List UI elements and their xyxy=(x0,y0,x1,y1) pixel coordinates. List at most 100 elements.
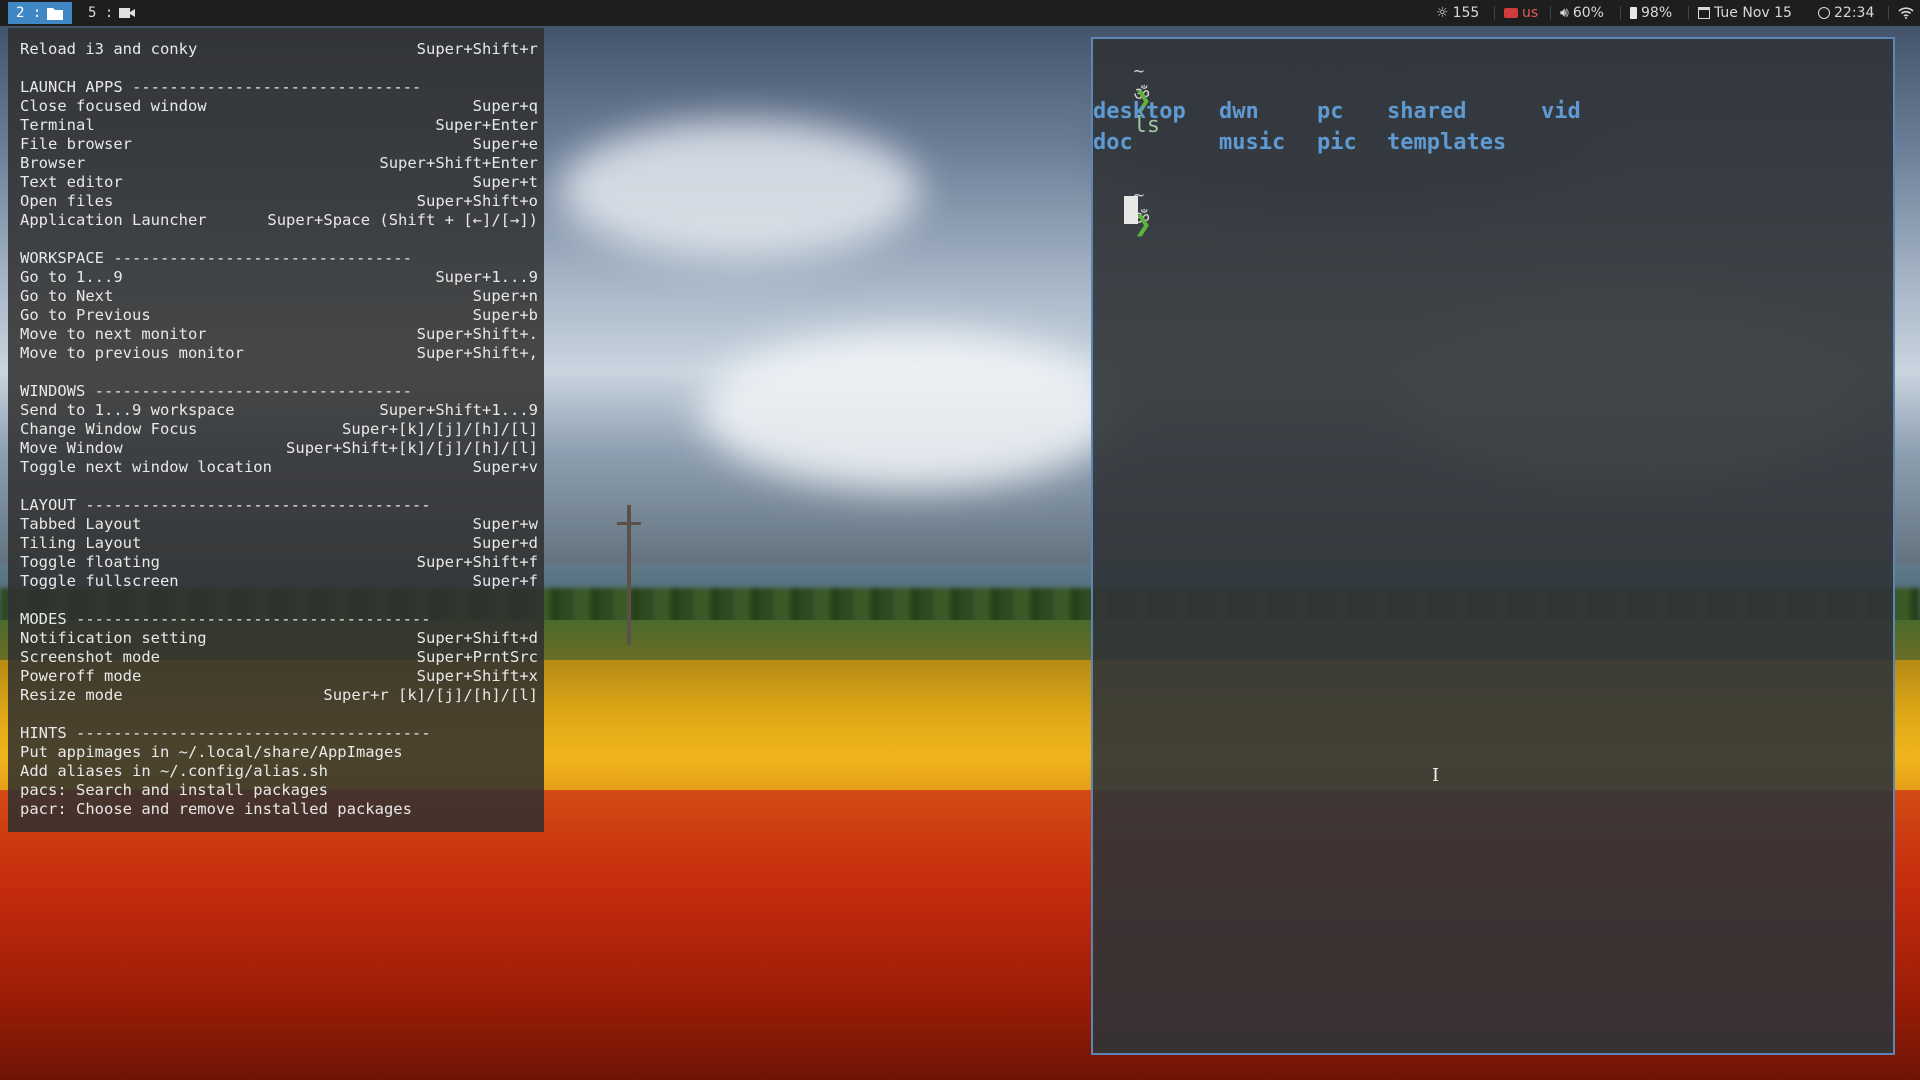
terminal-window[interactable]: ~ ॐ ❯ ls desktop dwn pc shared vid doc m… xyxy=(1091,37,1895,1055)
keybinding-row: Screenshot mode Super+PrntSrc xyxy=(20,648,538,667)
keybinding-action: Toggle next window location xyxy=(20,458,272,476)
battery-value: 98% xyxy=(1641,5,1673,21)
keybinding-row: pacr: Choose and remove installed packag… xyxy=(20,800,538,819)
time-value: 22:34 xyxy=(1834,5,1875,21)
keybinding-action: HINTS ----------------------------------… xyxy=(20,724,431,742)
keybinding-keys: Super+1...9 xyxy=(435,268,538,286)
keybinding-action: Go to 1...9 xyxy=(20,268,123,286)
keybinding-keys: Super+Shift+Enter xyxy=(379,154,538,172)
directory-entry: templates xyxy=(1387,130,1507,155)
status-bar: 2 : 5 : ☼ 155 us 🔊︎ 60% 98% Tue Nov 15 2… xyxy=(0,0,1920,26)
keybinding-keys: Super+v xyxy=(472,458,538,476)
keybinding-row: Add aliases in ~/.config/alias.sh xyxy=(20,762,538,781)
keybinding-action: MODES ----------------------------------… xyxy=(20,610,431,628)
keybinding-keys: Super+w xyxy=(472,515,538,533)
wifi-indicator[interactable] xyxy=(1898,0,1914,26)
workspace-5-button[interactable]: 5 : xyxy=(80,2,144,24)
keybinding-action: Move to next monitor xyxy=(20,325,207,343)
keybinding-action: LAYOUT ---------------------------------… xyxy=(20,496,431,514)
workspace-2-button[interactable]: 2 : xyxy=(8,2,72,24)
keybinding-row: Toggle next window location Super+v xyxy=(20,458,538,477)
volume-indicator[interactable]: 🔊︎ 60% xyxy=(1560,0,1604,26)
keybinding-action: Move Window xyxy=(20,439,123,457)
battery-indicator[interactable]: 98% xyxy=(1630,0,1672,26)
text-cursor xyxy=(1124,196,1138,224)
workspace-number: 5 : xyxy=(88,5,114,21)
keybinding-row: File browser Super+e xyxy=(20,135,538,154)
keybinding-action: Terminal xyxy=(20,116,95,134)
keybinding-row xyxy=(20,477,538,496)
keybinding-row: Tabbed Layout Super+w xyxy=(20,515,538,534)
directory-entry: desktop xyxy=(1093,99,1186,124)
keybinding-row: Go to Previous Super+b xyxy=(20,306,538,325)
keybinding-row: Move to previous monitor Super+Shift+, xyxy=(20,344,538,363)
keybinding-row: Resize mode Super+r [k]/[j]/[h]/[l] xyxy=(20,686,538,705)
directory-entry: vid xyxy=(1541,99,1581,124)
section-header: MODES ----------------------------------… xyxy=(20,610,538,629)
keybinding-keys: Super+PrntSrc xyxy=(416,648,538,666)
keybinding-action: Go to Previous xyxy=(20,306,151,324)
keyboard-icon xyxy=(1504,8,1518,18)
keybinding-action: Open files xyxy=(20,192,114,210)
keybinding-action: Tabbed Layout xyxy=(20,515,142,533)
directory-entry: pc xyxy=(1317,99,1344,124)
keybinding-action: Poweroff mode xyxy=(20,667,142,685)
keybinding-row: Poweroff mode Super+Shift+x xyxy=(20,667,538,686)
keybinding-keys: Super+Shift+d xyxy=(416,629,538,647)
keybinding-keys: Super+n xyxy=(472,287,538,305)
keybinding-row: Notification setting Super+Shift+d xyxy=(20,629,538,648)
keybinding-action: WINDOWS --------------------------------… xyxy=(20,382,412,400)
keybinding-action: Send to 1...9 workspace xyxy=(20,401,235,419)
keybinding-action: Put appimages in ~/.local/share/AppImage… xyxy=(20,743,403,761)
keybinding-action: Tiling Layout xyxy=(20,534,142,552)
keybinding-action: Browser xyxy=(20,154,86,172)
i-beam-mouse-cursor-icon: I xyxy=(1432,765,1440,786)
keybinding-action: Change Window Focus xyxy=(20,420,198,438)
keybinding-row: Open files Super+Shift+o xyxy=(20,192,538,211)
keybinding-row: Browser Super+Shift+Enter xyxy=(20,154,538,173)
workspace-number: 2 : xyxy=(16,5,42,21)
keybinding-row: pacs: Search and install packages xyxy=(20,781,538,800)
keybinding-action: Move to previous monitor xyxy=(20,344,244,362)
section-header: LAUNCH APPS ----------------------------… xyxy=(20,78,538,97)
keybinding-row: Terminal Super+Enter xyxy=(20,116,538,135)
status-separator xyxy=(1888,6,1889,20)
keybinding-row: Put appimages in ~/.local/share/AppImage… xyxy=(20,743,538,762)
keybinding-action: Notification setting xyxy=(20,629,207,647)
keybinding-action: LAUNCH APPS ----------------------------… xyxy=(20,78,422,96)
time-indicator[interactable]: 22:34 xyxy=(1818,0,1874,26)
keybinding-row xyxy=(20,230,538,249)
keybinding-keys: Super+Shift+[k]/[j]/[h]/[l] xyxy=(286,439,538,457)
section-header: HINTS ----------------------------------… xyxy=(20,724,538,743)
directory-entry: dwn xyxy=(1219,99,1259,124)
keybinding-row: Change Window Focus Super+[k]/[j]/[h]/[l] xyxy=(20,420,538,439)
directory-entry: shared xyxy=(1387,99,1467,124)
keybinding-action: Text editor xyxy=(20,173,123,191)
keybinding-action: Go to Next xyxy=(20,287,114,305)
keybinding-keys: Super+e xyxy=(472,135,538,153)
section-header: LAYOUT ---------------------------------… xyxy=(20,496,538,515)
brightness-indicator[interactable]: ☼ 155 xyxy=(1436,0,1479,26)
wallpaper-utility-pole-arm xyxy=(617,522,641,525)
keybinding-keys: Super+[k]/[j]/[h]/[l] xyxy=(342,420,538,438)
keybinding-row: Toggle fullscreen Super+f xyxy=(20,572,538,591)
keybinding-keys: Super+Shift+f xyxy=(416,553,538,571)
keybinding-keys: Super+Enter xyxy=(435,116,538,134)
clock-icon xyxy=(1818,7,1830,19)
keybinding-keys: Super+b xyxy=(472,306,538,324)
keybinding-row xyxy=(20,705,538,724)
keybinding-row: Move to next monitor Super+Shift+. xyxy=(20,325,538,344)
keybinding-action: Screenshot mode xyxy=(20,648,160,666)
keybinding-action: pacs: Search and install packages xyxy=(20,781,328,799)
sun-icon: ☼ xyxy=(1436,5,1449,21)
section-header: WINDOWS --------------------------------… xyxy=(20,382,538,401)
directory-entry: music xyxy=(1219,130,1286,155)
date-indicator[interactable]: Tue Nov 15 xyxy=(1698,0,1792,26)
conky-keybindings-panel: Reload i3 and conky Super+Shift+r LAUNCH A… xyxy=(8,28,544,832)
keybinding-row: Toggle floating Super+Shift+f xyxy=(20,553,538,572)
battery-icon xyxy=(1630,7,1637,19)
keybinding-keys: Super+Shift+x xyxy=(416,667,538,685)
keybinding-action: File browser xyxy=(20,135,132,153)
keyboard-layout-indicator[interactable]: us xyxy=(1504,0,1538,26)
keybinding-row: Go to 1...9 Super+1...9 xyxy=(20,268,538,287)
